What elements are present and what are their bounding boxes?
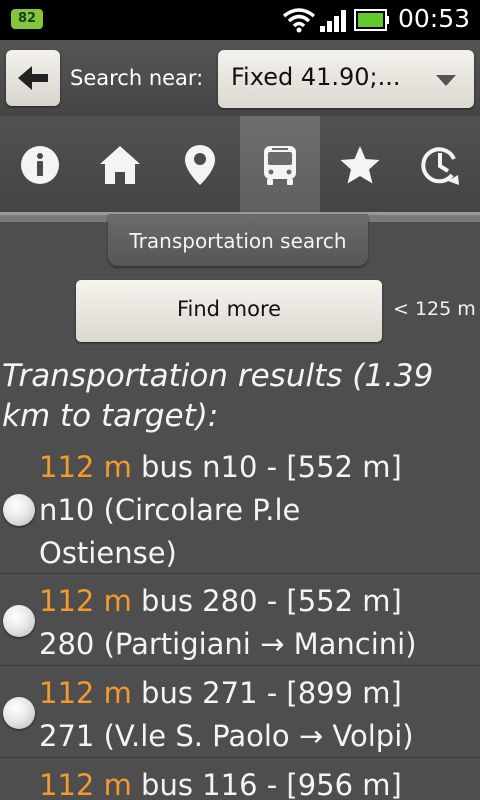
range-label: < 125 m [393,298,476,320]
tab-history[interactable] [400,116,480,214]
battery-icon [354,9,389,31]
tab-info[interactable] [0,116,80,214]
list-item-text: 112 m bus 280 - [552 m] 280 (Partigiani … [39,580,479,666]
radio-button[interactable] [3,697,35,729]
list-item[interactable]: 112 m bus 116 - [956 m] [0,758,480,800]
search-location-value: Fixed 41.90;... [231,63,401,91]
list-item[interactable]: 112 m bus 271 - [899 m] 271 (V.le S. Pao… [0,666,480,758]
results-title: Transportation results (1.39 km to targe… [2,358,434,434]
search-near-label: Search near: [70,66,204,90]
radio-button[interactable] [3,605,35,637]
list-item-distance: 112 m [39,584,132,618]
list-item-description: bus 116 - [956 m] [131,768,402,800]
status-bar: 82 00:53 [0,0,480,40]
tab-home[interactable] [80,116,160,214]
wifi-icon [282,8,316,33]
info-icon [21,146,59,184]
list-item-text: 112 m bus 116 - [956 m] [39,764,479,800]
list-item[interactable]: 112 m bus 280 - [552 m] 280 (Partigiani … [0,574,480,666]
list-item-text: 112 m bus n10 - [552 m] n10 (Circolare P… [39,446,479,575]
list-item-distance: 112 m [39,450,132,484]
signal-icon [320,10,346,32]
list-item-distance: 112 m [39,768,132,800]
list-item-text: 112 m bus 271 - [899 m] 271 (V.le S. Pao… [39,672,479,758]
list-item-distance: 112 m [39,676,132,710]
chevron-down-icon [436,75,456,86]
tab-places[interactable] [160,116,240,214]
battery-badge: 82 [11,9,43,29]
section-title: Transportation search [129,229,347,253]
radio-button[interactable] [3,494,35,526]
home-icon [100,146,140,184]
location-pin-icon [185,145,215,185]
tab-bar [0,116,480,214]
clock: 00:53 [397,4,470,33]
back-arrow-icon [18,66,48,90]
star-icon [340,146,380,184]
top-bar: Search near: Fixed 41.90;... [0,40,480,116]
tab-favorites[interactable] [320,116,400,214]
find-more-button[interactable]: Find more [76,280,382,342]
list-item[interactable]: 112 m bus n10 - [552 m] n10 (Circolare P… [0,446,480,574]
find-more-label: Find more [176,297,282,321]
bus-icon [264,146,296,185]
section-header: Transportation search [108,214,368,266]
back-button[interactable] [6,50,60,106]
tab-transportation[interactable] [240,116,320,214]
history-icon [421,147,459,185]
search-location-select[interactable]: Fixed 41.90;... [218,50,474,108]
